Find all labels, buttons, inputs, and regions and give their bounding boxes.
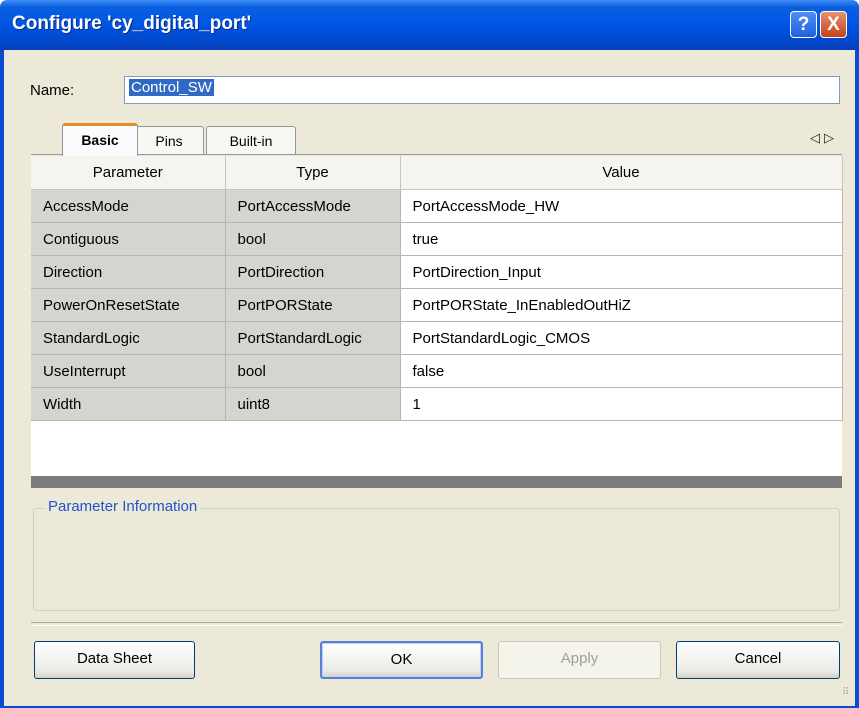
resize-grip-icon[interactable]: ⠿ <box>842 688 854 702</box>
table-row[interactable]: PowerOnResetState PortPORState PortPORSt… <box>31 288 843 322</box>
name-input[interactable]: Control_SW <box>124 76 840 104</box>
grid-footer-bar <box>31 476 842 488</box>
parameter-cell: UseInterrupt <box>31 354 226 388</box>
value-cell[interactable]: true <box>400 222 843 256</box>
type-cell: bool <box>225 354 401 388</box>
name-value: Control_SW <box>129 79 214 96</box>
name-label: Name: <box>30 82 75 99</box>
cancel-button[interactable]: Cancel <box>676 641 840 679</box>
type-cell: PortStandardLogic <box>225 321 401 355</box>
parameter-cell: AccessMode <box>31 189 226 223</box>
value-cell[interactable]: PortDirection_Input <box>400 255 843 289</box>
help-button[interactable]: ? <box>790 11 817 38</box>
parameter-information-legend: Parameter Information <box>45 498 201 515</box>
table-row[interactable]: StandardLogic PortStandardLogic PortStan… <box>31 321 843 355</box>
close-button[interactable]: X <box>820 11 847 38</box>
window-frame-right <box>855 50 859 708</box>
tab-pins[interactable]: Pins <box>134 126 204 155</box>
tab-built-in[interactable]: Built-in <box>206 126 296 155</box>
parameter-cell: Direction <box>31 255 226 289</box>
type-cell: PortAccessMode <box>225 189 401 223</box>
type-cell: uint8 <box>225 387 401 421</box>
scroll-left-icon[interactable]: ◁ <box>810 130 824 145</box>
tab-basic-label: Basic <box>81 132 119 148</box>
type-cell: PortDirection <box>225 255 401 289</box>
table-row[interactable]: UseInterrupt bool false <box>31 354 843 388</box>
title-bar[interactable]: Configure 'cy_digital_port' ? X <box>0 0 859 50</box>
value-cell[interactable]: PortAccessMode_HW <box>400 189 843 223</box>
configure-dialog: Configure 'cy_digital_port' ? X Name: Co… <box>0 0 859 708</box>
column-header-parameter[interactable]: Parameter <box>31 156 226 190</box>
data-sheet-button[interactable]: Data Sheet <box>34 641 195 679</box>
type-cell: bool <box>225 222 401 256</box>
tab-scroll-arrows[interactable]: ◁▷ <box>810 130 838 146</box>
value-cell[interactable]: PortPORState_InEnabledOutHiZ <box>400 288 843 322</box>
scroll-right-icon[interactable]: ▷ <box>824 130 838 145</box>
parameter-grid: Parameter Type Value AccessMode PortAcce… <box>31 156 843 478</box>
tab-baseline <box>31 154 842 155</box>
column-header-type[interactable]: Type <box>225 156 401 190</box>
ok-button[interactable]: OK <box>320 641 483 679</box>
dialog-title: Configure 'cy_digital_port' <box>12 13 252 34</box>
value-cell[interactable]: 1 <box>400 387 843 421</box>
button-separator <box>31 622 842 626</box>
help-icon: ? <box>797 14 810 35</box>
parameter-cell: StandardLogic <box>31 321 226 355</box>
tab-built-in-label: Built-in <box>229 133 273 149</box>
table-row[interactable]: Contiguous bool true <box>31 222 843 256</box>
column-header-value[interactable]: Value <box>400 156 843 190</box>
table-row[interactable]: AccessMode PortAccessMode PortAccessMode… <box>31 189 843 223</box>
parameter-cell: Width <box>31 387 226 421</box>
apply-button[interactable]: Apply <box>498 641 661 679</box>
tab-basic[interactable]: Basic <box>62 123 138 156</box>
tab-pins-label: Pins <box>155 133 183 149</box>
table-row[interactable]: Direction PortDirection PortDirection_In… <box>31 255 843 289</box>
grid-header-row: Parameter Type Value <box>31 156 843 190</box>
parameter-cell: Contiguous <box>31 222 226 256</box>
close-icon: X <box>827 14 840 35</box>
type-cell: PortPORState <box>225 288 401 322</box>
value-cell[interactable]: false <box>400 354 843 388</box>
parameter-information-box <box>33 508 840 611</box>
table-row[interactable]: Width uint8 1 <box>31 387 843 421</box>
value-cell[interactable]: PortStandardLogic_CMOS <box>400 321 843 355</box>
parameter-cell: PowerOnResetState <box>31 288 226 322</box>
